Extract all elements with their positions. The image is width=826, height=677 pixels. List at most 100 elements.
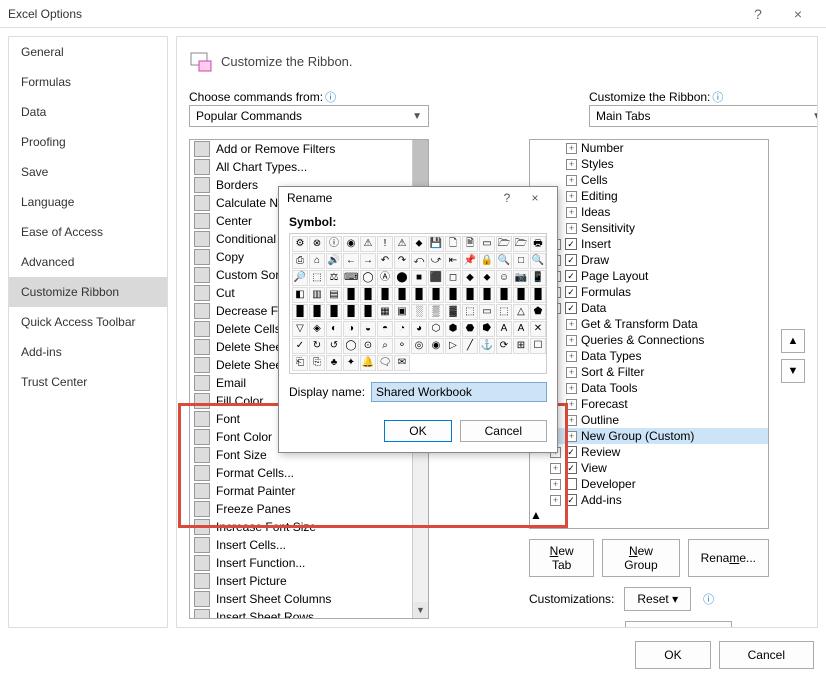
- checkbox[interactable]: [565, 478, 577, 490]
- symbol-cell[interactable]: ⟳: [496, 338, 512, 354]
- symbol-cell[interactable]: ⇤: [445, 253, 461, 269]
- symbol-cell[interactable]: ↷: [394, 253, 410, 269]
- symbol-cell[interactable]: ⬛: [428, 270, 444, 286]
- tree-item[interactable]: +✓Formulas: [530, 284, 768, 300]
- symbol-cell[interactable]: 🗋: [445, 236, 461, 252]
- symbol-grid[interactable]: ⚙⊗ⓘ◉⚠!⚠⬥💾🗋🗎▭🗁🗁🖶⎙⌂🔊←→↶↷⤺⤻⇤📌🔒🔍□🔍🔎⬚⚖⌨◯Ⓐ⬤■⬛◻…: [289, 233, 547, 374]
- symbol-cell[interactable]: ▓: [445, 304, 461, 320]
- expand-icon[interactable]: +: [566, 207, 577, 218]
- symbol-cell[interactable]: ▒: [428, 304, 444, 320]
- expand-icon[interactable]: +: [566, 415, 577, 426]
- symbol-cell[interactable]: ◯: [360, 270, 376, 286]
- command-item[interactable]: Insert Function...: [190, 554, 428, 572]
- sidebar-item-proofing[interactable]: Proofing: [9, 127, 167, 157]
- tree-item[interactable]: +Data Types: [530, 348, 768, 364]
- symbol-cell[interactable]: ▽: [292, 321, 308, 337]
- symbol-cell[interactable]: ⬥: [411, 236, 427, 252]
- symbol-cell[interactable]: !: [377, 236, 393, 252]
- checkbox[interactable]: ✓: [565, 494, 577, 506]
- symbol-cell[interactable]: 🗨: [377, 355, 393, 371]
- symbol-cell[interactable]: 📌: [462, 253, 478, 269]
- symbol-cell[interactable]: ◉: [343, 236, 359, 252]
- symbol-cell[interactable]: ⬚: [462, 304, 478, 320]
- sidebar-item-customize-ribbon[interactable]: Customize Ribbon: [9, 277, 167, 307]
- sidebar-item-formulas[interactable]: Formulas: [9, 67, 167, 97]
- command-item[interactable]: Insert Sheet Rows: [190, 608, 428, 619]
- symbol-cell[interactable]: ✉: [394, 355, 410, 371]
- symbol-cell[interactable]: █: [360, 304, 376, 320]
- symbol-cell[interactable]: A: [496, 321, 512, 337]
- cancel-button[interactable]: Cancel: [719, 641, 814, 669]
- symbol-cell[interactable]: █: [513, 287, 529, 303]
- tree-item[interactable]: +✓Data: [530, 300, 768, 316]
- symbol-cell[interactable]: ◔: [394, 321, 410, 337]
- dialog-cancel-button[interactable]: Cancel: [460, 420, 547, 442]
- symbol-cell[interactable]: ⤺: [411, 253, 427, 269]
- symbol-cell[interactable]: △: [513, 304, 529, 320]
- symbol-cell[interactable]: □: [513, 253, 529, 269]
- symbol-cell[interactable]: █: [394, 287, 410, 303]
- symbol-cell[interactable]: ⊞: [513, 338, 529, 354]
- checkbox[interactable]: ✓: [565, 446, 577, 458]
- expand-icon[interactable]: +: [566, 367, 577, 378]
- expand-icon[interactable]: +: [566, 143, 577, 154]
- symbol-cell[interactable]: ⭓: [479, 321, 495, 337]
- symbol-cell[interactable]: ⤻: [428, 253, 444, 269]
- symbol-cell[interactable]: ♣: [326, 355, 342, 371]
- symbol-cell[interactable]: ⬟: [530, 304, 546, 320]
- sidebar-item-trust-center[interactable]: Trust Center: [9, 367, 167, 397]
- symbol-cell[interactable]: 🗎: [462, 236, 478, 252]
- sidebar-item-save[interactable]: Save: [9, 157, 167, 187]
- tree-item[interactable]: +✓Review: [530, 444, 768, 460]
- symbol-cell[interactable]: ▣: [394, 304, 410, 320]
- tree-item[interactable]: +Cells: [530, 172, 768, 188]
- symbol-cell[interactable]: A: [513, 321, 529, 337]
- ok-button[interactable]: OK: [635, 641, 710, 669]
- command-item[interactable]: All Chart Types...: [190, 158, 428, 176]
- tree-item[interactable]: +Outline: [530, 412, 768, 428]
- sidebar-item-advanced[interactable]: Advanced: [9, 247, 167, 277]
- command-item[interactable]: Insert Sheet Columns: [190, 590, 428, 608]
- symbol-cell[interactable]: ⬚: [309, 270, 325, 286]
- expand-icon[interactable]: +: [566, 335, 577, 346]
- symbol-cell[interactable]: ◯: [343, 338, 359, 354]
- symbol-cell[interactable]: 📷: [513, 270, 529, 286]
- symbol-cell[interactable]: █: [309, 304, 325, 320]
- symbol-cell[interactable]: ⚖: [326, 270, 342, 286]
- checkbox[interactable]: ✓: [565, 462, 577, 474]
- symbol-cell[interactable]: █: [292, 304, 308, 320]
- new-tab-button[interactable]: New Tab: [529, 539, 594, 577]
- expand-icon[interactable]: +: [566, 191, 577, 202]
- sidebar-item-language[interactable]: Language: [9, 187, 167, 217]
- symbol-cell[interactable]: ⬢: [445, 321, 461, 337]
- tree-item[interactable]: +✓Insert: [530, 236, 768, 252]
- symbol-cell[interactable]: ▭: [479, 236, 495, 252]
- symbol-cell[interactable]: █: [343, 287, 359, 303]
- ribbon-tree[interactable]: +Number+Styles+Cells+Editing+Ideas+Sensi…: [529, 139, 769, 529]
- symbol-cell[interactable]: ▤: [326, 287, 342, 303]
- symbol-cell[interactable]: ↻: [309, 338, 325, 354]
- symbol-cell[interactable]: ⓘ: [326, 236, 342, 252]
- symbol-cell[interactable]: →: [360, 253, 376, 269]
- symbol-cell[interactable]: ◎: [411, 338, 427, 354]
- symbol-cell[interactable]: ◉: [428, 338, 444, 354]
- expand-icon[interactable]: +: [550, 479, 561, 490]
- tree-item[interactable]: +Ideas: [530, 204, 768, 220]
- symbol-cell[interactable]: ⬣: [462, 321, 478, 337]
- symbol-cell[interactable]: ⌨: [343, 270, 359, 286]
- symbol-cell[interactable]: ▭: [479, 304, 495, 320]
- symbol-cell[interactable]: 🖶: [530, 236, 546, 252]
- choose-commands-dropdown[interactable]: Popular Commands ▼: [189, 105, 429, 127]
- symbol-cell[interactable]: ■: [411, 270, 427, 286]
- symbol-cell[interactable]: ◒: [360, 321, 376, 337]
- help-button[interactable]: ?: [738, 6, 778, 22]
- symbol-cell[interactable]: 🔍: [530, 253, 546, 269]
- expand-icon[interactable]: +: [566, 399, 577, 410]
- expand-icon[interactable]: +: [566, 431, 577, 442]
- expand-icon[interactable]: +: [566, 159, 577, 170]
- command-item[interactable]: Add or Remove Filters: [190, 140, 428, 158]
- symbol-cell[interactable]: ⬥: [479, 270, 495, 286]
- symbol-cell[interactable]: ↶: [377, 253, 393, 269]
- import-export-button[interactable]: Import/Export ▾: [625, 621, 732, 628]
- symbol-cell[interactable]: ⚓: [479, 338, 495, 354]
